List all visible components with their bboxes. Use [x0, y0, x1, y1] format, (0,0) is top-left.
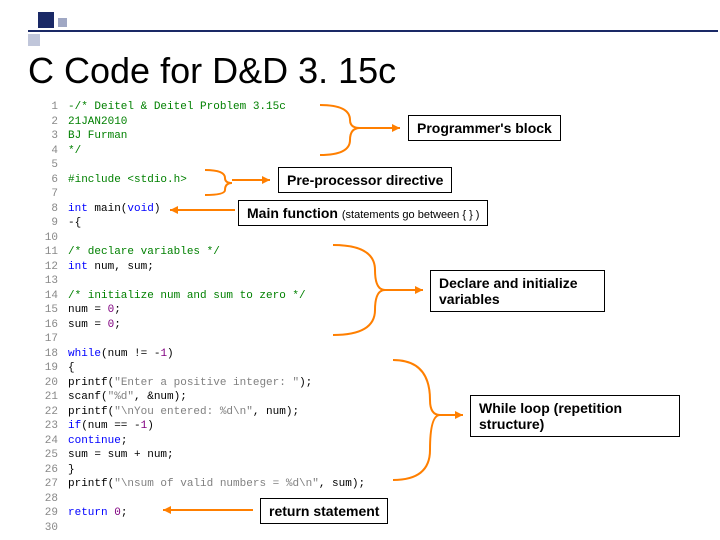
- label-declare: Declare and initialize variables: [430, 270, 605, 312]
- code-line: 12 int num, sum;: [40, 260, 365, 275]
- code-line: 11 /* declare variables */: [40, 245, 365, 260]
- code-line: 18 while(num != -1): [40, 347, 365, 362]
- code-line: 4*/: [40, 144, 365, 159]
- code-line: 27 printf("\nsum of valid numbers = %d\n…: [40, 477, 365, 492]
- code-line: 22 printf("\nYou entered: %d\n", num);: [40, 405, 365, 420]
- code-line: 3 BJ Furman: [40, 129, 365, 144]
- label-preprocessor: Pre-processor directive: [278, 167, 452, 193]
- code-line: 2 21JAN2010: [40, 115, 365, 130]
- label-programmer-block: Programmer's block: [408, 115, 561, 141]
- code-line: 13: [40, 274, 365, 289]
- code-line: 17: [40, 332, 365, 347]
- label-return: return statement: [260, 498, 388, 524]
- code-line: 1-/* Deitel & Deitel Problem 3.15c: [40, 100, 365, 115]
- code-line: 24 continue;: [40, 434, 365, 449]
- code-block: 1-/* Deitel & Deitel Problem 3.15c2 21JA…: [40, 100, 365, 535]
- code-line: 23 if(num == -1): [40, 419, 365, 434]
- label-main-function: Main function (statements go between { }…: [238, 200, 488, 226]
- code-line: 19 {: [40, 361, 365, 376]
- slide-decoration: [28, 12, 88, 48]
- code-line: 16 sum = 0;: [40, 318, 365, 333]
- code-line: 15 num = 0;: [40, 303, 365, 318]
- label-main-text: Main function: [247, 205, 338, 221]
- code-line: 21 scanf("%d", &num);: [40, 390, 365, 405]
- label-main-sub: (statements go between { } ): [342, 209, 480, 221]
- code-line: 14 /* initialize num and sum to zero */: [40, 289, 365, 304]
- code-line: 10: [40, 231, 365, 246]
- code-line: 25 sum = sum + num;: [40, 448, 365, 463]
- code-line: 20 printf("Enter a positive integer: ");: [40, 376, 365, 391]
- label-while-loop: While loop (repetition structure): [470, 395, 680, 437]
- slide-title: C Code for D&D 3. 15c: [28, 50, 396, 92]
- code-line: 26 }: [40, 463, 365, 478]
